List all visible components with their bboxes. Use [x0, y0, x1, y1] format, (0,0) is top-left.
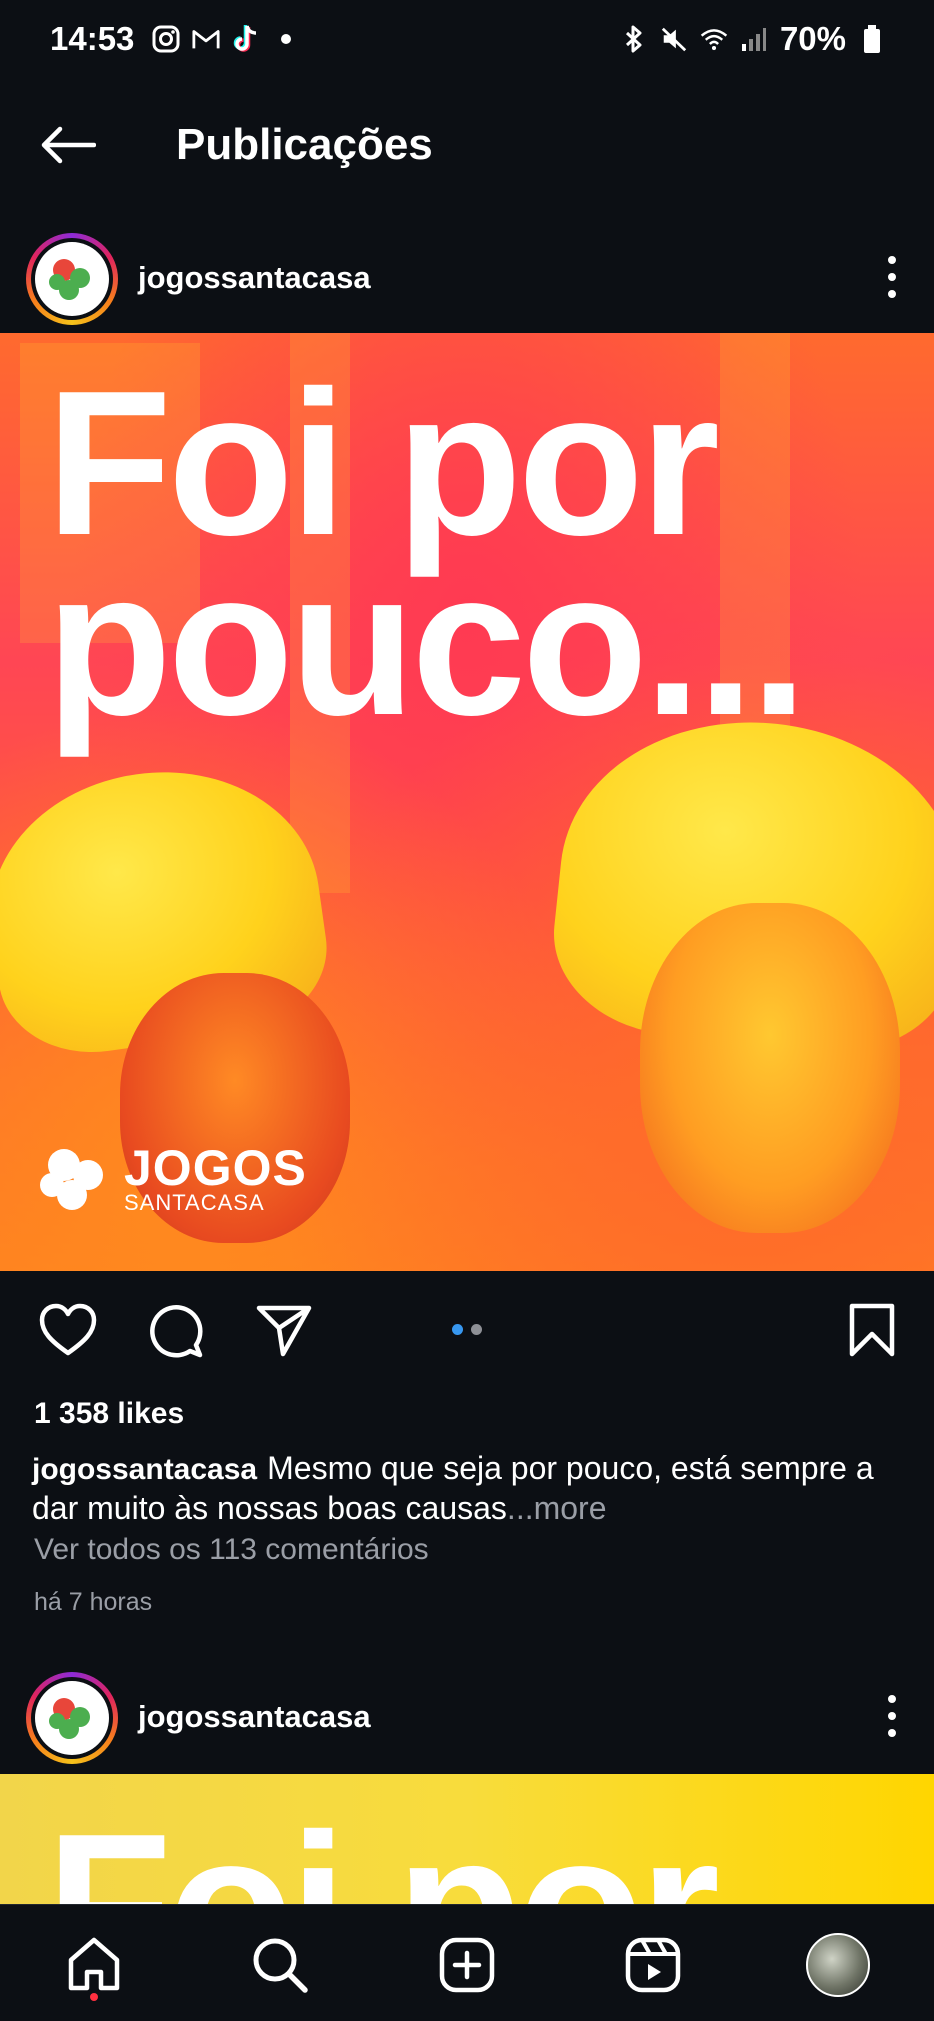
- instagram-icon: [152, 25, 180, 53]
- more-options-icon[interactable]: [880, 247, 904, 307]
- more-options-icon[interactable]: [880, 1686, 904, 1746]
- search-icon[interactable]: [248, 1933, 312, 1997]
- bottom-navigation: [0, 1904, 934, 2021]
- caption-more-link[interactable]: ...more: [507, 1490, 607, 1526]
- home-icon[interactable]: [62, 1933, 126, 1997]
- carousel-indicator: [452, 1324, 482, 1335]
- top-header: Publicações: [0, 96, 934, 196]
- view-comments-link[interactable]: Ver todos os 113 comentários: [34, 1533, 429, 1567]
- post-username[interactable]: jogossantacasa: [138, 259, 371, 297]
- create-icon[interactable]: [435, 1933, 499, 1997]
- avatar[interactable]: [26, 1672, 118, 1764]
- headline-line-2: pouco...: [46, 528, 808, 758]
- battery-icon: [858, 25, 886, 53]
- next-post-username[interactable]: jogossantacasa: [138, 1698, 371, 1736]
- signal-icon: [740, 25, 768, 53]
- next-post-header: jogossantacasa: [0, 1664, 934, 1764]
- back-arrow-icon[interactable]: [38, 120, 98, 170]
- brand-name: JOGOS: [124, 1140, 307, 1196]
- jogos-logo-icon: [35, 1681, 109, 1755]
- post-image[interactable]: Foi por pouco... JOGOS SANTACASA: [0, 333, 934, 1271]
- status-right: 70%: [620, 20, 886, 58]
- image-headline: Foi por pouco...: [46, 348, 808, 758]
- profile-avatar[interactable]: [806, 1933, 870, 1997]
- likes-count[interactable]: 1 358 likes: [34, 1397, 184, 1431]
- reels-icon[interactable]: [621, 1933, 685, 1997]
- clover-icon: [40, 1149, 103, 1210]
- next-image-headline: Foi por: [46, 1803, 720, 1904]
- bluetooth-icon: [620, 25, 648, 53]
- jogos-logo-icon: [35, 242, 109, 316]
- status-time: 14:53: [50, 20, 135, 57]
- avatar[interactable]: [26, 233, 118, 325]
- heart-icon[interactable]: [38, 1300, 98, 1360]
- battery-percent: 70%: [779, 20, 846, 57]
- caption-username[interactable]: jogossantacasa: [32, 1453, 257, 1486]
- post-caption: jogossantacasa Mesmo que seja por pouco, …: [32, 1449, 892, 1527]
- post-timestamp: há 7 horas: [34, 1588, 153, 1616]
- status-left: 14:53: [50, 20, 300, 58]
- mute-icon: [660, 25, 688, 53]
- home-notification-dot: [90, 1993, 98, 2001]
- carousel-dot-active: [452, 1324, 463, 1335]
- carousel-dot: [471, 1324, 482, 1335]
- wifi-icon: [700, 25, 728, 53]
- brand-logo: JOGOS SANTACASA: [36, 1141, 307, 1217]
- profile-photo: [806, 1933, 870, 1997]
- status-bar: 14:53 70%: [0, 0, 934, 78]
- tiktok-icon: [232, 25, 260, 53]
- comment-icon[interactable]: [145, 1300, 205, 1360]
- firefighter-right: [640, 903, 900, 1233]
- gmail-icon: [192, 25, 220, 53]
- post-actions: [0, 1290, 934, 1366]
- brand-sub: SANTACASA: [124, 1190, 265, 1215]
- headline-line-1: Foi por: [46, 348, 720, 578]
- next-post-image[interactable]: Foi por: [0, 1774, 934, 1904]
- dot-icon: [272, 25, 300, 53]
- page-title: Publicações: [176, 120, 433, 169]
- bookmark-icon[interactable]: [842, 1300, 902, 1360]
- post-header: jogossantacasa: [0, 225, 934, 325]
- share-icon[interactable]: [254, 1300, 314, 1360]
